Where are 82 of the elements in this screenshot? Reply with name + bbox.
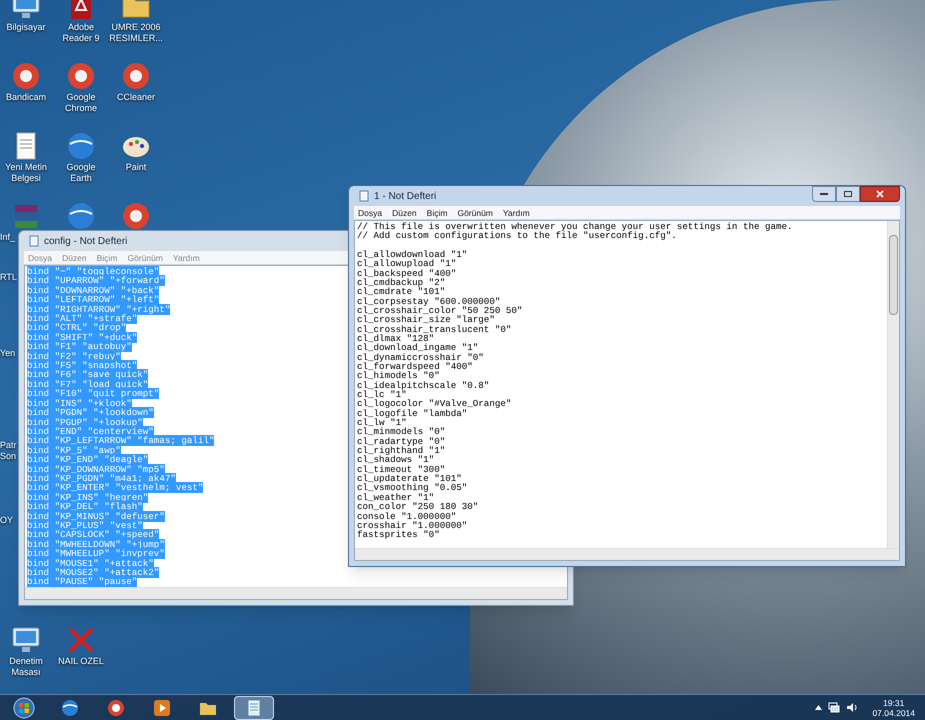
- round-icon: [120, 200, 152, 232]
- speaker-icon[interactable]: [846, 702, 858, 713]
- round-icon: [65, 60, 97, 92]
- text-line: cl_corpsestay "600.000000": [357, 296, 500, 307]
- close-icon: [876, 190, 884, 198]
- text-line: cl_logofile "lambda": [357, 408, 468, 419]
- desktop-icon-label[interactable]: Bandicam: [6, 92, 46, 103]
- desktop-icon-label[interactable]: CCleaner: [116, 92, 156, 103]
- maximize-button[interactable]: [836, 186, 860, 202]
- text-line: cl_cmdbackup "2": [357, 276, 446, 288]
- vertical-scrollbar[interactable]: [887, 221, 899, 548]
- text-line: cl_lw "1": [357, 417, 407, 428]
- text-line: cl_logocolor "#Valve_Orange": [357, 398, 512, 410]
- desktop-icon-label[interactable]: Google Chrome: [55, 92, 107, 114]
- desktop-icon-label[interactable]: Patr Son: [0, 440, 18, 462]
- desktop-icon-label[interactable]: Denetim Masası: [0, 656, 52, 678]
- globe-icon: [65, 130, 97, 162]
- menu-item[interactable]: Biçim: [426, 206, 448, 218]
- round-icon: [106, 698, 126, 718]
- text-line: cl_cmdrate "101": [357, 286, 446, 298]
- menu-item[interactable]: Dosya: [358, 206, 382, 218]
- text-line: cl_forwardspeed "400": [357, 361, 473, 372]
- text-line: cl_crosshair_size "large": [357, 314, 495, 326]
- notepad-icon: [358, 190, 370, 202]
- menu-item[interactable]: Düzen: [392, 206, 417, 218]
- desktop-icon-label[interactable]: Google Earth: [55, 162, 107, 184]
- text-line: con_color "250 180 30": [357, 501, 478, 512]
- play-icon: [152, 698, 172, 718]
- round-icon: [10, 60, 42, 92]
- text-line: cl_updaterate "101": [357, 473, 462, 484]
- text-line: console "1.000000": [357, 510, 456, 522]
- text-line: cl_shadows "1": [357, 454, 434, 466]
- desktop-icon-label[interactable]: Adobe Reader 9: [55, 22, 107, 44]
- desktop-icon-label[interactable]: OY: [0, 515, 18, 526]
- desktop-icon-label[interactable]: Paint: [126, 162, 146, 173]
- menu-item[interactable]: Görünüm: [457, 206, 493, 218]
- text-line: cl_vsmoothing "0.05": [357, 482, 468, 494]
- globe-icon: [60, 698, 80, 718]
- clock-date[interactable]: 07.04.2014: [872, 708, 915, 718]
- desktop-icon-label[interactable]: NAIL OZEL: [58, 656, 104, 667]
- round-icon: [120, 60, 152, 92]
- window-title: 1 - Not Defteri: [374, 190, 436, 204]
- menu-item[interactable]: Yardım: [502, 206, 530, 218]
- desktop-icon-label[interactable]: RTL: [0, 272, 18, 283]
- horizontal-scrollbar[interactable]: [355, 548, 899, 560]
- text-line: cl_crosshair_color "50 250 50": [357, 304, 522, 316]
- text-line: fastsprites "0": [357, 529, 440, 540]
- close-button[interactable]: [860, 186, 900, 202]
- text-line: cl_righthand "1": [357, 445, 446, 456]
- text-line: crosshair "1.000000": [357, 520, 468, 531]
- text-line: cl_idealpitchscale "0.8": [357, 380, 490, 391]
- desktop-icon-label[interactable]: Bilgisayar: [6, 22, 46, 33]
- text-line: // Add custom configurations to the file "userconfig.cfg".: [357, 230, 677, 242]
- notepad-icon: [28, 235, 40, 247]
- desktop-icon-label[interactable]: Yen: [0, 348, 18, 359]
- start-orb-icon: [13, 696, 35, 718]
- text-line: // This file is overwritten whenever you change your user settings in the game.: [357, 221, 793, 232]
- text-line: cl_dynamiccrosshair "0": [357, 352, 484, 363]
- minimize-button[interactable]: [812, 186, 836, 202]
- text-line: cl_himodels "0": [357, 370, 440, 382]
- window-title: config - Not Defteri: [44, 234, 128, 248]
- up-caret-icon[interactable]: [815, 705, 822, 710]
- horizontal-scrollbar[interactable]: [25, 587, 567, 599]
- text-line: cl_allowupload "1": [357, 258, 456, 270]
- text-line: cl_lc "1": [357, 389, 407, 400]
- text-line: cl_download_ingame "1": [357, 342, 478, 354]
- text-line: cl_timeout "300": [357, 464, 446, 475]
- text-line: cl_dlmax "128": [357, 332, 434, 344]
- text-line: cl_backspeed "400": [357, 268, 456, 279]
- text-line: cl_minmodels "0": [357, 426, 446, 438]
- text-line: cl_weather "1": [357, 492, 434, 503]
- text-line: cl_radartype "0": [357, 436, 446, 447]
- desktop-icon-label[interactable]: Yeni Metin Belgesi: [0, 162, 52, 184]
- text-line: cl_crosshair_translucent "0": [357, 324, 512, 335]
- menu-item[interactable]: Dosya: [28, 252, 52, 264]
- desktop-icon-label[interactable]: UMRE 2006 RESIMLER...: [109, 22, 163, 44]
- text-line: cl_allowdownload "1": [357, 248, 468, 260]
- globe-icon: [65, 200, 97, 232]
- clock-time[interactable]: 19:31: [883, 698, 904, 708]
- desktop-icon-label[interactable]: Inf_: [0, 232, 18, 243]
- taskbar-button[interactable]: [234, 696, 274, 720]
- network-icon[interactable]: [828, 702, 840, 713]
